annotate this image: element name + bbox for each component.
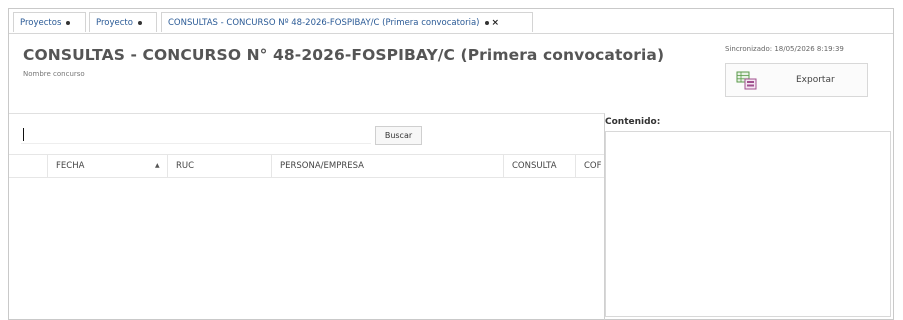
sort-ascending-icon[interactable]: ▲ (155, 155, 160, 177)
export-label: Exportar (796, 75, 835, 85)
tab-label: Proyectos (20, 18, 62, 28)
column-header-fecha[interactable]: FECHA (47, 155, 167, 177)
results-panel: Buscar FECHA ▲ RUC PERSONA/EMPRESA CONSU… (9, 113, 605, 320)
tab-proyectos[interactable]: Proyectos (13, 12, 86, 32)
export-button[interactable]: Exportar (725, 63, 868, 97)
content-label: Contenido: (605, 117, 661, 127)
tab-dot-icon (137, 20, 142, 25)
tab-label: Proyecto (96, 18, 133, 28)
tab-label: CONSULTAS - CONCURSO Nº 48-2026-FOSPIBAY… (168, 18, 480, 28)
content-viewer[interactable] (605, 131, 891, 317)
close-icon[interactable]: × (492, 18, 500, 28)
content-panel: Contenido: (605, 113, 893, 319)
export-excel-icon (736, 71, 757, 90)
grid-header: FECHA ▲ RUC PERSONA/EMPRESA CONSULTA COF (9, 154, 604, 178)
column-header-persona-empresa[interactable]: PERSONA/EMPRESA (271, 155, 503, 177)
window-frame: Proyectos Proyecto CONSULTAS - CONCURSO … (8, 8, 894, 320)
page-title: CONSULTAS - CONCURSO N° 48-2026-FOSPIBAY… (23, 46, 665, 64)
column-header-cof[interactable]: COF (575, 155, 604, 177)
tab-dot-icon (484, 20, 489, 25)
sync-status: Sincronizado: 18/05/2026 8:19:39 (725, 45, 844, 53)
search-button[interactable]: Buscar (375, 126, 422, 145)
search-input[interactable] (21, 126, 371, 144)
tab-proyecto[interactable]: Proyecto (89, 12, 157, 32)
column-header-consulta[interactable]: CONSULTA (503, 155, 575, 177)
tab-dot-icon (66, 20, 71, 25)
column-header-ruc[interactable]: RUC (167, 155, 271, 177)
tab-consultas[interactable]: CONSULTAS - CONCURSO Nº 48-2026-FOSPIBAY… (161, 12, 533, 32)
page-subtitle: Nombre concurso (23, 70, 85, 78)
tab-strip: Proyectos Proyecto CONSULTAS - CONCURSO … (9, 9, 893, 34)
text-caret (23, 128, 24, 141)
